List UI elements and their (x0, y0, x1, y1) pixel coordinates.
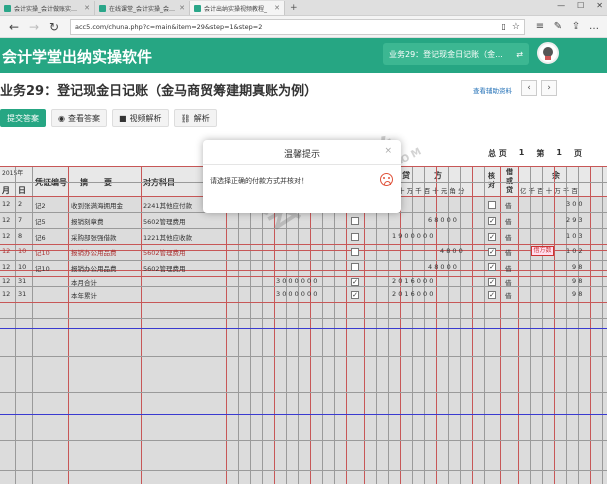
site-icon (4, 4, 11, 12)
credit-digits-header: 十 万 千 百 十 元 角 分 (398, 187, 465, 195)
minimize-icon[interactable]: — (557, 1, 565, 10)
sad-face-icon (380, 173, 393, 186)
share-icon[interactable]: ⇪ (567, 21, 585, 32)
new-tab-button[interactable]: + (285, 1, 303, 15)
browser-tab-1[interactable]: 会计实操_会计做账实操_会计✕ (0, 1, 95, 15)
close-tab-icon[interactable]: ✕ (84, 4, 90, 12)
avatar[interactable] (537, 42, 559, 64)
back-icon[interactable]: ← (4, 20, 24, 34)
site-icon (194, 4, 201, 12)
video-icon: ■ (118, 113, 127, 123)
year-label: 2015年 (2, 170, 24, 177)
forward-icon[interactable]: → (24, 20, 44, 34)
check-box[interactable]: ✓ (488, 248, 496, 256)
month-header: 月 (2, 186, 10, 195)
page-info: 总 页 1 第 1 页 (488, 148, 582, 158)
row-checkbox[interactable] (351, 248, 359, 256)
maximize-icon[interactable]: ☐ (577, 1, 584, 10)
close-icon[interactable]: × (384, 146, 392, 156)
close-tab-icon[interactable]: ✕ (179, 4, 185, 12)
address-bar-row: ← → ↻ acc5.com/chuna.php?c=main&item=29&… (0, 16, 607, 38)
analysis-button[interactable]: ⛓ 解析 (173, 109, 217, 127)
more-icon[interactable]: … (585, 21, 603, 32)
page-title: 业务29：登记现金日记账（金马商贸筹建期真账为例） (0, 84, 318, 99)
day-header: 日 (18, 186, 26, 195)
balance-digits-header: 亿 千 百 十 万 千 百 (520, 187, 578, 195)
browser-tab-3[interactable]: 会计出纳实操视频教程_ ✕ (190, 1, 285, 15)
dialog-message: 请选择正确的付款方式并核对！ (210, 177, 308, 185)
link-icon: ⛓ (180, 113, 191, 123)
browser-tab-2[interactable]: 在线课堂_会计实操_会计学堂✕ (95, 1, 190, 15)
dialog-divider (203, 164, 401, 165)
site-icon (99, 4, 106, 12)
app-title: 会计学堂出纳实操软件 (2, 48, 153, 66)
window-controls: — ☐ ✕ (557, 1, 603, 10)
alert-dialog: 温馨提示 × 请选择正确的付款方式并核对！ (203, 140, 401, 213)
prev-button[interactable]: ‹ (521, 80, 537, 96)
check-header: 核对 (488, 172, 495, 189)
row-checkbox[interactable] (351, 263, 359, 271)
close-tab-icon[interactable]: ✕ (274, 4, 280, 12)
hub-icon[interactable]: ≡ (531, 21, 549, 32)
browser-tab-bar: 会计实操_会计做账实操_会计✕ 在线课堂_会计实操_会计学堂✕ 会计出纳实操视频… (0, 0, 607, 16)
check-box[interactable]: ✓ (488, 291, 496, 299)
eye-icon: ◉ (58, 113, 65, 123)
check-box[interactable] (488, 201, 496, 209)
current-task-selector[interactable]: 业务29：登记现金日记账（金... ⇄ (383, 43, 529, 65)
dialog-title: 温馨提示 (283, 150, 320, 160)
next-button[interactable]: › (541, 80, 557, 96)
reading-view-icon[interactable]: ▯ (502, 22, 506, 31)
row-checkbox[interactable] (351, 233, 359, 241)
view-answer-button[interactable]: ◉ 查看答案 (51, 109, 107, 127)
action-toolbar: 提交答案 ◉ 查看答案 ■ 视频解析 ⛓ 解析 (0, 109, 217, 127)
help-link[interactable]: 查看辅助资料 (473, 85, 512, 95)
app-header: 会计学堂出纳实操软件 业务29：登记现金日记账（金... ⇄ (0, 38, 607, 73)
check-box[interactable]: ✓ (488, 263, 496, 271)
row-checkbox[interactable]: ✓ (351, 291, 359, 299)
web-note-icon[interactable]: ✎ (549, 21, 567, 32)
favorite-star-icon[interactable]: ☆ (512, 22, 520, 32)
close-window-icon[interactable]: ✕ (596, 1, 603, 10)
submit-answer-button[interactable]: 提交答案 (0, 109, 46, 127)
hint-bubble: 借方数 (531, 246, 554, 256)
check-box[interactable]: ✓ (488, 217, 496, 225)
refresh-icon[interactable]: ↻ (44, 20, 64, 34)
url-field[interactable]: acc5.com/chuna.php?c=main&item=29&step=1… (70, 18, 525, 35)
switch-icon: ⇄ (516, 49, 523, 59)
check-box[interactable]: ✓ (488, 233, 496, 241)
row-checkbox[interactable]: ✓ (351, 278, 359, 286)
check-box[interactable]: ✓ (488, 278, 496, 286)
row-checkbox[interactable] (351, 217, 359, 225)
video-analysis-button[interactable]: ■ 视频解析 (111, 109, 169, 127)
